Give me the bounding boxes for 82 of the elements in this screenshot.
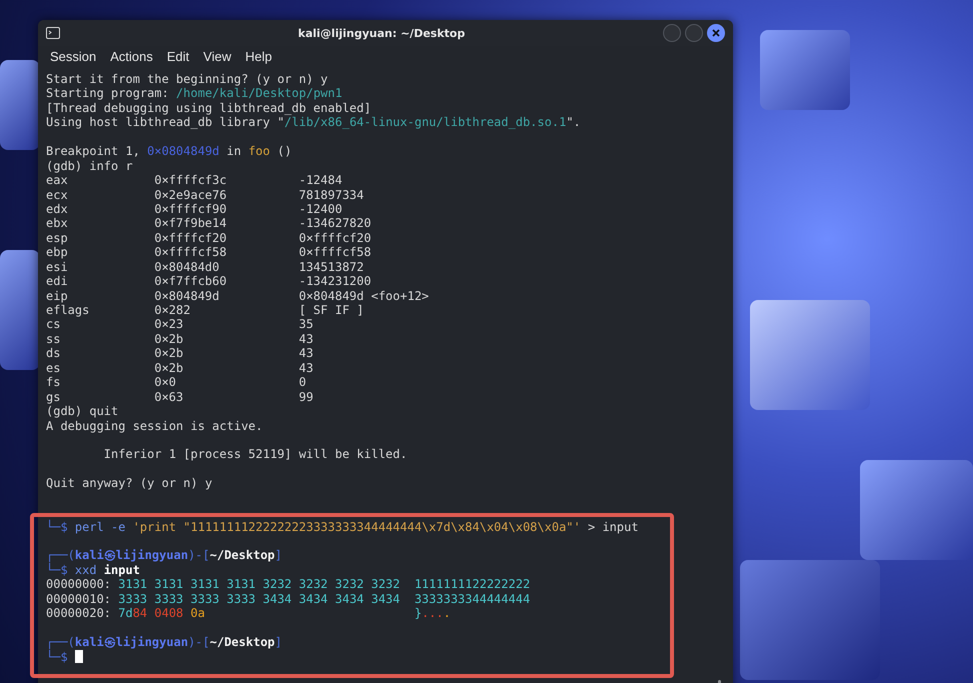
register-name: ds (46, 346, 62, 361)
terminal-line: (gdb) info r (46, 158, 133, 174)
menu-item[interactable]: View (203, 49, 232, 64)
register-value: 99 (298, 390, 314, 404)
register-value: 0×804849d <foo+12> (298, 288, 429, 304)
register-name: ss (46, 332, 62, 346)
register-hex: 0×0 (154, 375, 178, 390)
hex-bytes: 3131 3131 3131 3131 3232 3232 3232 3232 (118, 577, 402, 592)
register-hex: 0×80484d0 (154, 260, 220, 274)
menu-item[interactable]: Actions (110, 49, 153, 64)
register-value: -134627820 (298, 216, 372, 231)
register-value: 0 (298, 375, 306, 390)
terminal-icon (46, 27, 60, 39)
terminal-line: └─$ xxd input (46, 562, 140, 578)
close-icon (711, 28, 721, 38)
register-value: 35 (298, 317, 314, 332)
register-value: -134231200 (298, 274, 372, 289)
minimize-button[interactable] (663, 24, 681, 42)
menu-item[interactable]: Session (50, 49, 96, 64)
hex-offset: 00000020: (46, 606, 112, 621)
register-hex: 0×63 (154, 390, 184, 404)
register-name: eip (46, 288, 69, 304)
register-hex: 0×23 (154, 317, 184, 332)
register-hex: 0×f7ffcb60 (154, 274, 228, 289)
register-hex: 0×2b (154, 360, 184, 376)
hex-ascii: 3333333344444444 (414, 592, 530, 606)
register-hex: 0×f7f9be14 (154, 216, 228, 231)
register-hex: 0×ffffcf90 (154, 202, 228, 216)
register-name: edi (46, 274, 69, 289)
register-name: eax (46, 173, 69, 188)
terminal-line: A debugging session is active. (46, 418, 263, 433)
close-button[interactable] (707, 24, 725, 42)
register-value: 134513872 (298, 260, 364, 274)
terminal-line: Start it from the beginning? (y or n) y (46, 72, 328, 86)
register-hex: 0×804849d (154, 288, 220, 304)
register-name: esp (46, 230, 69, 246)
terminal-line: Quit anyway? (y or n) y (46, 476, 212, 491)
register-value: 43 (298, 332, 314, 346)
register-name: ecx (46, 188, 69, 202)
terminal-line: ┌──(kali㉿lijingyuan)-[~/Desktop] (46, 548, 282, 562)
register-hex: 0×2b (154, 346, 184, 361)
register-name: esi (46, 260, 69, 274)
menu-item[interactable]: Edit (166, 49, 190, 64)
terminal-line: (gdb) quit (46, 404, 118, 419)
register-name: fs (46, 375, 62, 390)
register-hex: 0×ffffcf3c (154, 173, 228, 188)
terminal-line: ┌──(kali㉿lijingyuan)-[~/Desktop] (46, 635, 282, 650)
terminal-line: Using host libthread_db library "/lib/x86_64-linux-gnu/libthread_db.so.1". (46, 115, 581, 130)
terminal-line: [Thread debugging using libthread_db enabled] (46, 100, 372, 116)
register-name: ebx (46, 216, 69, 231)
register-name: edx (46, 202, 69, 216)
register-value: 43 (298, 360, 314, 376)
register-value: 43 (298, 346, 314, 361)
register-hex: 0×282 (154, 303, 192, 318)
terminal-line: Breakpoint 1, 0×0804849d in foo () (46, 144, 292, 159)
register-name: ebp (46, 245, 69, 260)
register-hex: 0×2b (154, 332, 184, 346)
register-value: -12484 (298, 173, 342, 188)
terminal-line: Inferior 1 [process 52119] will be killed. (104, 447, 408, 462)
menu-item[interactable]: Help (245, 49, 272, 64)
terminal-line: └─$ perl -e 'print "11111111222222223333333344444444\x7d\x84\x04\x08\x0a"' > input (46, 520, 638, 534)
register-value: [ SF IF ] (298, 303, 364, 318)
hex-bytes: 3333 3333 3333 3333 3434 3434 3434 3434 (118, 592, 402, 606)
register-value: 0×ffffcf20 (298, 230, 372, 246)
hex-offset: 00000010: (46, 592, 112, 606)
register-name: eflags (46, 303, 90, 318)
terminal-line: └─$ (46, 650, 69, 664)
hex-ascii: 1111111122222222 (414, 577, 530, 592)
hex-ascii: }.... (414, 606, 451, 621)
register-hex: 0×2e9ace76 (154, 188, 228, 202)
register-name: cs (46, 317, 62, 332)
register-name: gs (46, 390, 62, 404)
register-value: 781897334 (298, 188, 364, 202)
hex-bytes: 7d84 0408 0a (118, 606, 206, 621)
hex-offset: 00000000: (46, 577, 112, 592)
register-value: 0×ffffcf58 (298, 245, 372, 260)
terminal-line: Starting program: /home/kali/Desktop/pwn1 (46, 86, 342, 101)
register-hex: 0×ffffcf20 (154, 230, 228, 246)
register-hex: 0×ffffcf58 (154, 245, 228, 260)
register-value: -12400 (298, 202, 342, 216)
window-title: kali@lijingyuan: ~/Desktop (297, 26, 466, 40)
register-name: es (46, 360, 62, 376)
